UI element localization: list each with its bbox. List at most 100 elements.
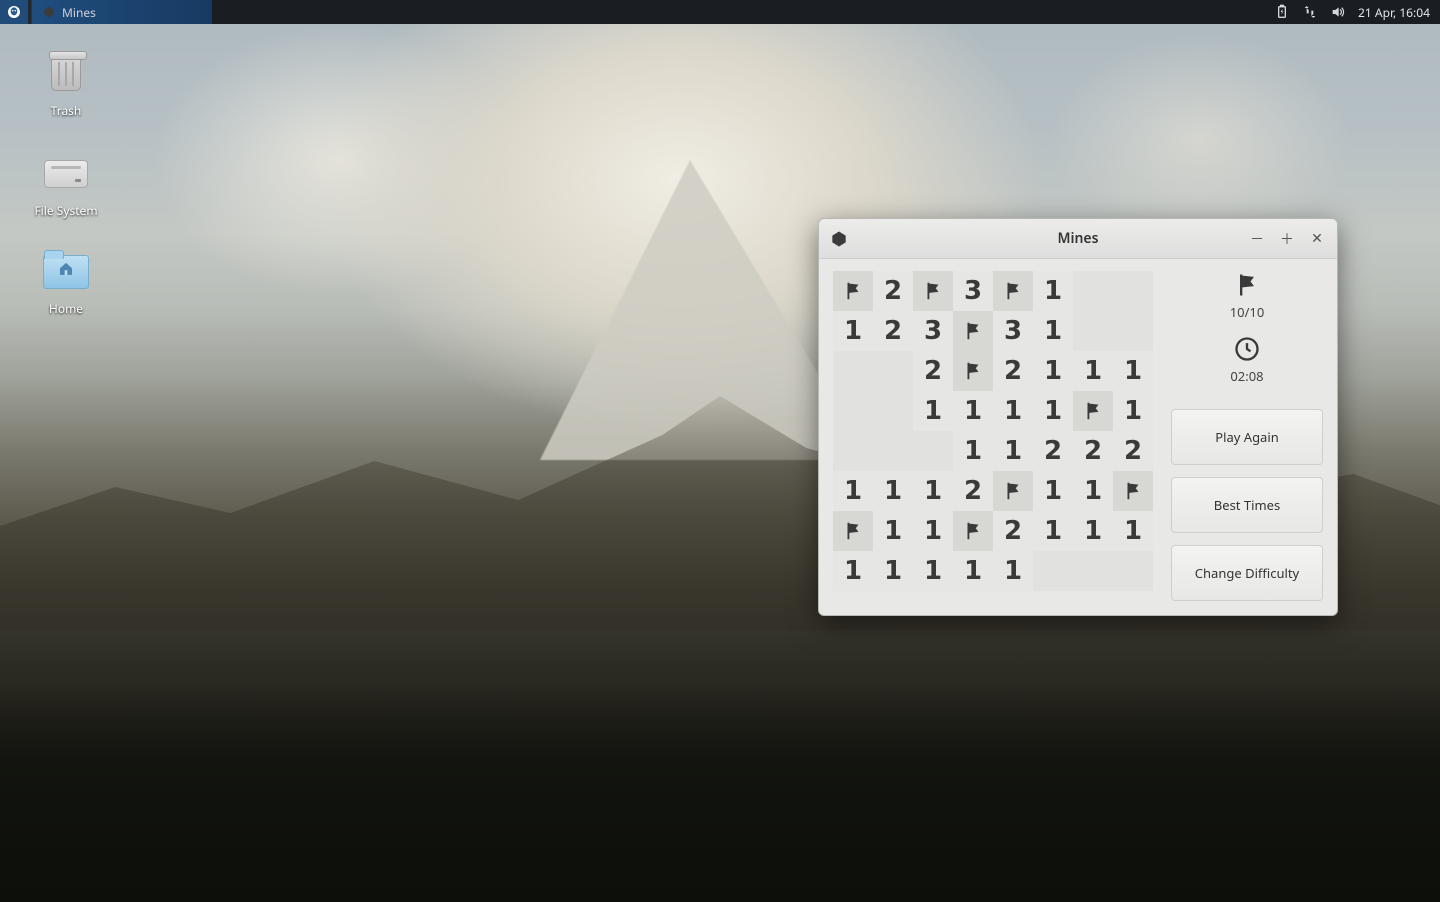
start-menu-button[interactable]	[0, 0, 28, 24]
mines-cell[interactable]: 1	[1033, 311, 1073, 351]
taskbar-app-label: Mines	[62, 4, 96, 21]
window-close-button[interactable]: ✕	[1309, 231, 1325, 247]
timer-value: 02:08	[1230, 367, 1263, 385]
mines-board[interactable]: 2311233122111111111122211121111211111111	[833, 271, 1153, 601]
desktop-icon-label: Trash	[18, 102, 114, 119]
desktop-icon-trash[interactable]: Trash	[18, 50, 114, 119]
mines-cell[interactable]: 1	[1033, 351, 1073, 391]
folder-home-icon	[42, 248, 90, 296]
mines-cell[interactable]: 2	[913, 351, 953, 391]
mines-cell[interactable]	[833, 351, 873, 391]
mines-cell[interactable]: 1	[1073, 471, 1113, 511]
mines-cell[interactable]: 3	[993, 311, 1033, 351]
mines-cell[interactable]: 1	[913, 551, 953, 591]
mines-cell[interactable]: 3	[913, 311, 953, 351]
mines-cell[interactable]: 1	[833, 471, 873, 511]
mines-cell[interactable]: 1	[1113, 391, 1153, 431]
mines-cell[interactable]	[873, 431, 913, 471]
mines-cell[interactable]: 2	[1033, 431, 1073, 471]
mines-cell[interactable]	[1113, 551, 1153, 591]
mines-cell[interactable]: 1	[1073, 511, 1113, 551]
mines-cell[interactable]: 1	[1073, 351, 1113, 391]
mines-cell[interactable]: 1	[833, 551, 873, 591]
mines-taskbar-icon	[42, 5, 56, 19]
mines-cell[interactable]	[1073, 551, 1113, 591]
mines-cell[interactable]: 1	[1113, 351, 1153, 391]
mines-cell[interactable]: 1	[993, 431, 1033, 471]
mines-cell[interactable]: 1	[873, 471, 913, 511]
mines-cell[interactable]	[953, 511, 993, 551]
mines-cell[interactable]: 1	[993, 391, 1033, 431]
window-maximize-button[interactable]: ＋	[1279, 231, 1295, 247]
mines-cell[interactable]	[993, 471, 1033, 511]
mines-cell[interactable]: 1	[1033, 271, 1073, 311]
mines-cell[interactable]: 1	[913, 391, 953, 431]
drive-icon	[42, 150, 90, 198]
mines-cell[interactable]: 1	[993, 551, 1033, 591]
panel-clock[interactable]: 21 Apr, 16:04	[1358, 4, 1430, 21]
mines-window: Mines － ＋ ✕ 2311233122111111111122211121…	[818, 218, 1338, 616]
mines-cell[interactable]: 1	[913, 511, 953, 551]
mines-cell[interactable]: 1	[1113, 511, 1153, 551]
timer: 02:08	[1230, 335, 1263, 385]
mines-cell[interactable]: 2	[993, 351, 1033, 391]
mines-cell[interactable]	[913, 271, 953, 311]
top-panel: Mines 21 Apr, 16:04	[0, 0, 1440, 24]
mines-cell[interactable]: 2	[953, 471, 993, 511]
mines-cell[interactable]: 1	[913, 471, 953, 511]
mines-cell[interactable]	[873, 351, 913, 391]
volume-icon[interactable]	[1330, 4, 1346, 20]
best-times-button[interactable]: Best Times	[1171, 477, 1323, 533]
network-icon[interactable]	[1302, 4, 1318, 20]
change-difficulty-button[interactable]: Change Difficulty	[1171, 545, 1323, 601]
mines-cell[interactable]: 2	[1113, 431, 1153, 471]
xfce-logo-icon	[6, 4, 22, 20]
desktop-icon-filesystem[interactable]: File System	[18, 150, 114, 219]
clock-icon	[1233, 335, 1261, 363]
taskbar-app-mines[interactable]: Mines	[32, 0, 212, 24]
mines-cell[interactable]	[1113, 471, 1153, 511]
mines-cell[interactable]: 1	[873, 511, 913, 551]
mines-cell[interactable]	[873, 391, 913, 431]
mines-cell[interactable]	[1113, 311, 1153, 351]
mines-cell[interactable]: 2	[993, 511, 1033, 551]
window-titlebar[interactable]: Mines － ＋ ✕	[819, 219, 1337, 259]
trash-icon	[42, 50, 90, 98]
desktop-icon-home[interactable]: Home	[18, 248, 114, 317]
mines-cell[interactable]	[1073, 271, 1113, 311]
desktop: Mines 21 Apr, 16:04 Trash File System Ho…	[0, 0, 1440, 902]
mines-cell[interactable]	[833, 271, 873, 311]
battery-icon[interactable]	[1274, 4, 1290, 20]
mines-cell[interactable]: 1	[953, 551, 993, 591]
wallpaper-forest	[0, 682, 1440, 902]
mines-cell[interactable]: 1	[953, 391, 993, 431]
play-again-button[interactable]: Play Again	[1171, 409, 1323, 465]
mines-cell[interactable]	[833, 431, 873, 471]
window-minimize-button[interactable]: －	[1249, 231, 1265, 247]
mines-cell[interactable]: 1	[953, 431, 993, 471]
mines-cell[interactable]: 2	[873, 311, 913, 351]
mines-cell[interactable]	[913, 431, 953, 471]
flag-counter: 10/10	[1230, 271, 1265, 321]
mines-cell[interactable]	[1033, 551, 1073, 591]
desktop-icon-label: File System	[18, 202, 114, 219]
flag-icon	[1233, 271, 1261, 299]
mines-cell[interactable]: 1	[833, 311, 873, 351]
mines-cell[interactable]: 2	[873, 271, 913, 311]
mines-cell[interactable]	[833, 511, 873, 551]
mines-cell[interactable]: 3	[953, 271, 993, 311]
desktop-icon-label: Home	[18, 300, 114, 317]
mines-sidebar: 10/10 02:08 Play Again Best Times Change…	[1171, 271, 1323, 601]
mines-cell[interactable]: 1	[873, 551, 913, 591]
mines-cell[interactable]: 1	[1033, 471, 1073, 511]
mines-cell[interactable]	[833, 391, 873, 431]
mines-cell[interactable]: 1	[1033, 391, 1073, 431]
mines-cell[interactable]	[1073, 391, 1113, 431]
mines-cell[interactable]	[1113, 271, 1153, 311]
mines-cell[interactable]: 2	[1073, 431, 1113, 471]
mines-cell[interactable]	[1073, 311, 1113, 351]
mines-cell[interactable]: 1	[1033, 511, 1073, 551]
mines-cell[interactable]	[953, 311, 993, 351]
mines-cell[interactable]	[953, 351, 993, 391]
mines-cell[interactable]	[993, 271, 1033, 311]
